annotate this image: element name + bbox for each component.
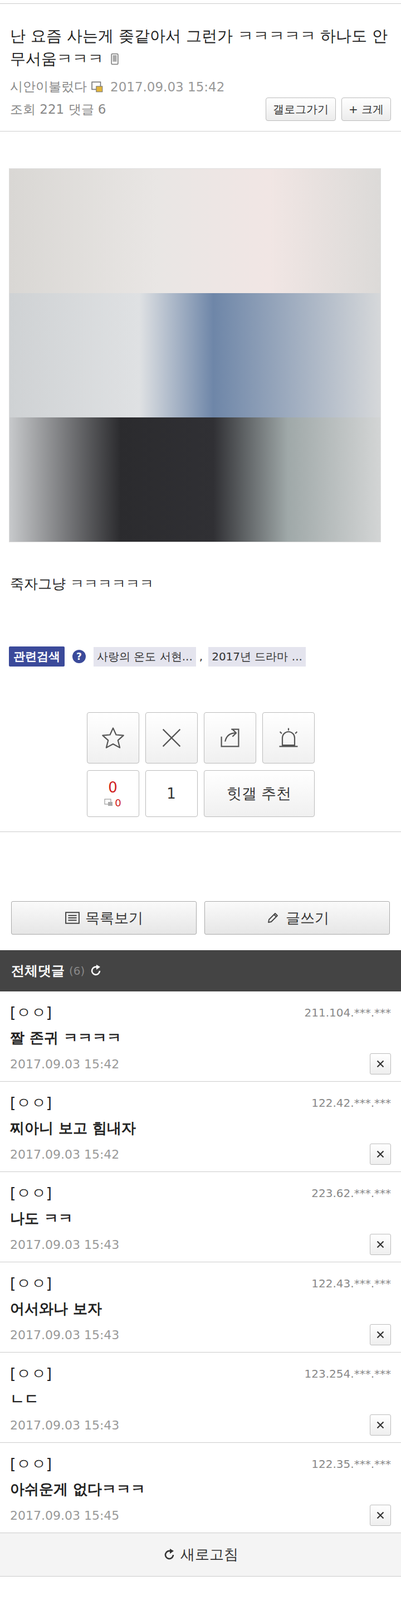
comment-author: [ㅇㅇ] <box>10 1272 52 1293</box>
comment-author: [ㅇㅇ] <box>10 1001 52 1022</box>
mobile-icon <box>110 52 119 66</box>
post-meta: 시안이불렀다 2017.09.03 15:42 <box>10 77 391 96</box>
close-icon <box>374 1057 387 1070</box>
comment-author: [ㅇㅇ] <box>10 1362 52 1383</box>
related-label: 관련검색 <box>8 646 65 667</box>
close-icon <box>374 1417 387 1431</box>
header-button[interactable]: 갤로그가기 <box>265 97 336 121</box>
list-icon <box>65 910 80 924</box>
close-icon <box>374 1327 387 1341</box>
post-body: 죽자그냥 ㅋㅋㅋㅋㅋㅋ <box>10 574 391 593</box>
comment-author: [ㅇㅇ] <box>10 1182 52 1203</box>
delete-comment-button[interactable] <box>369 1323 391 1345</box>
comment-text: 어서와나 보자 <box>10 1298 391 1318</box>
fix-icon <box>104 798 114 806</box>
action-button[interactable]: 글쓰기 <box>204 900 390 934</box>
delete-comment-button[interactable] <box>369 1233 391 1255</box>
comment-ip: 122.43.***.*** <box>311 1275 391 1290</box>
close-icon <box>374 1147 387 1160</box>
comment-row: [ㅇㅇ] 123.254.***.*** ㄴㄷ 2017.09.03 15:43 <box>0 1351 401 1442</box>
comment-author: [ㅇㅇ] <box>10 1453 52 1474</box>
post-header: 난 요즘 사는게 좆같아서 그런가 ㅋㅋㅋㅋㅋ 하나도 안무서움ㅋㅋㅋ 시안이불… <box>0 3 401 132</box>
comment-row: [ㅇㅇ] 211.104.***.*** 짤 존귀 ㅋㅋㅋㅋ 2017.09.0… <box>0 990 401 1082</box>
action-bar: 목록보기 글쓰기 <box>0 830 401 950</box>
post-stats: 조회 221 댓글 6 갤로그가기+ 크게 <box>10 97 391 121</box>
top-strip <box>0 0 401 4</box>
close-icon <box>374 1508 387 1521</box>
reload-icon[interactable] <box>89 963 103 977</box>
delete-comment-button[interactable] <box>369 1052 391 1074</box>
related-search: 관련검색 ? 사랑의 온도 서현..., 2017년 드라마 ... <box>8 646 393 667</box>
comment-text: 나도 ㅋㅋ <box>10 1208 391 1228</box>
recommend-button[interactable] <box>86 711 140 764</box>
comment-date: 2017.09.03 15:42 <box>10 1146 120 1161</box>
comment-author: [ㅇㅇ] <box>10 1092 52 1113</box>
pencil-icon <box>265 910 281 924</box>
post-photo <box>8 168 381 542</box>
comment-date: 2017.09.03 15:43 <box>10 1417 120 1432</box>
comment-ip: 122.35.***.*** <box>311 1456 391 1470</box>
help-icon[interactable]: ? <box>72 649 86 663</box>
post-page: 난 요즘 사는게 좆같아서 그런가 ㅋㅋㅋㅋㅋ 하나도 안무서움ㅋㅋㅋ 시안이불… <box>0 0 401 1599</box>
share-icon <box>217 725 243 750</box>
close-icon <box>374 1237 387 1250</box>
hit-button[interactable]: 힛갤 추천 <box>203 769 315 817</box>
comment-ip: 223.62.***.*** <box>311 1185 391 1200</box>
view-count: 조회 221 댓글 6 <box>10 100 106 119</box>
comment-text: 짤 존귀 ㅋㅋㅋㅋ <box>10 1027 391 1048</box>
related-tag[interactable]: 사랑의 온도 서현... <box>93 646 197 667</box>
comment-text: 아쉬운게 없다ㅋㅋㅋ <box>10 1478 391 1499</box>
comment-ip: 123.254.***.*** <box>304 1366 391 1380</box>
comment-date: 2017.09.03 15:42 <box>10 1056 120 1071</box>
delete-comment-button[interactable] <box>369 1413 391 1435</box>
star-icon <box>100 725 126 750</box>
share-button[interactable] <box>203 711 257 764</box>
post-title: 난 요즘 사는게 좆같아서 그런가 ㅋㅋㅋㅋㅋ 하나도 안무서움ㅋㅋㅋ <box>10 25 391 71</box>
comment-date: 2017.09.03 15:45 <box>10 1507 120 1522</box>
reload-icon <box>162 1547 176 1561</box>
comment-ip: 211.104.***.*** <box>304 1005 391 1019</box>
not-recommend-button[interactable] <box>145 711 198 764</box>
comment-text: ㄴㄷ <box>10 1388 391 1408</box>
report-button[interactable] <box>262 711 315 764</box>
post-date: 2017.09.03 15:42 <box>110 79 225 95</box>
delete-comment-button[interactable] <box>369 1142 391 1165</box>
related-tag[interactable]: 2017년 드라마 ... <box>208 646 306 667</box>
comment-row: [ㅇㅇ] 122.35.***.*** 아쉬운게 없다ㅋㅋㅋ 2017.09.0… <box>0 1441 401 1533</box>
comments-header: 전체댓글 (6) <box>0 949 401 991</box>
x-icon <box>159 725 184 750</box>
comment-row: [ㅇㅇ] 122.43.***.*** 어서와나 보자 2017.09.03 1… <box>0 1261 401 1352</box>
comment-ip: 122.42.***.*** <box>311 1095 391 1109</box>
not-recommend-count: 1 <box>145 769 198 817</box>
recommend-count: 0 0 <box>86 769 140 817</box>
tag-separator: , <box>199 649 203 663</box>
delete-comment-button[interactable] <box>369 1503 391 1525</box>
vote-panel: 0 0 1 힛갤 추천 <box>86 711 315 831</box>
action-button[interactable]: 목록보기 <box>11 900 197 934</box>
comment-date: 2017.09.03 15:43 <box>10 1327 120 1342</box>
author-name[interactable]: 시안이불렀다 <box>10 77 87 96</box>
gallog-icon[interactable] <box>91 81 104 93</box>
comment-row: [ㅇㅇ] 122.42.***.*** 찌아니 보고 힘내자 2017.09.0… <box>0 1081 401 1172</box>
refresh-button[interactable]: 새로고침 <box>0 1532 401 1576</box>
comment-text: 찌아니 보고 힘내자 <box>10 1117 391 1138</box>
siren-icon <box>276 725 301 750</box>
header-button[interactable]: + 크게 <box>341 97 391 121</box>
comment-row: [ㅇㅇ] 223.62.***.*** 나도 ㅋㅋ 2017.09.03 15:… <box>0 1171 401 1262</box>
comment-date: 2017.09.03 15:43 <box>10 1236 120 1251</box>
